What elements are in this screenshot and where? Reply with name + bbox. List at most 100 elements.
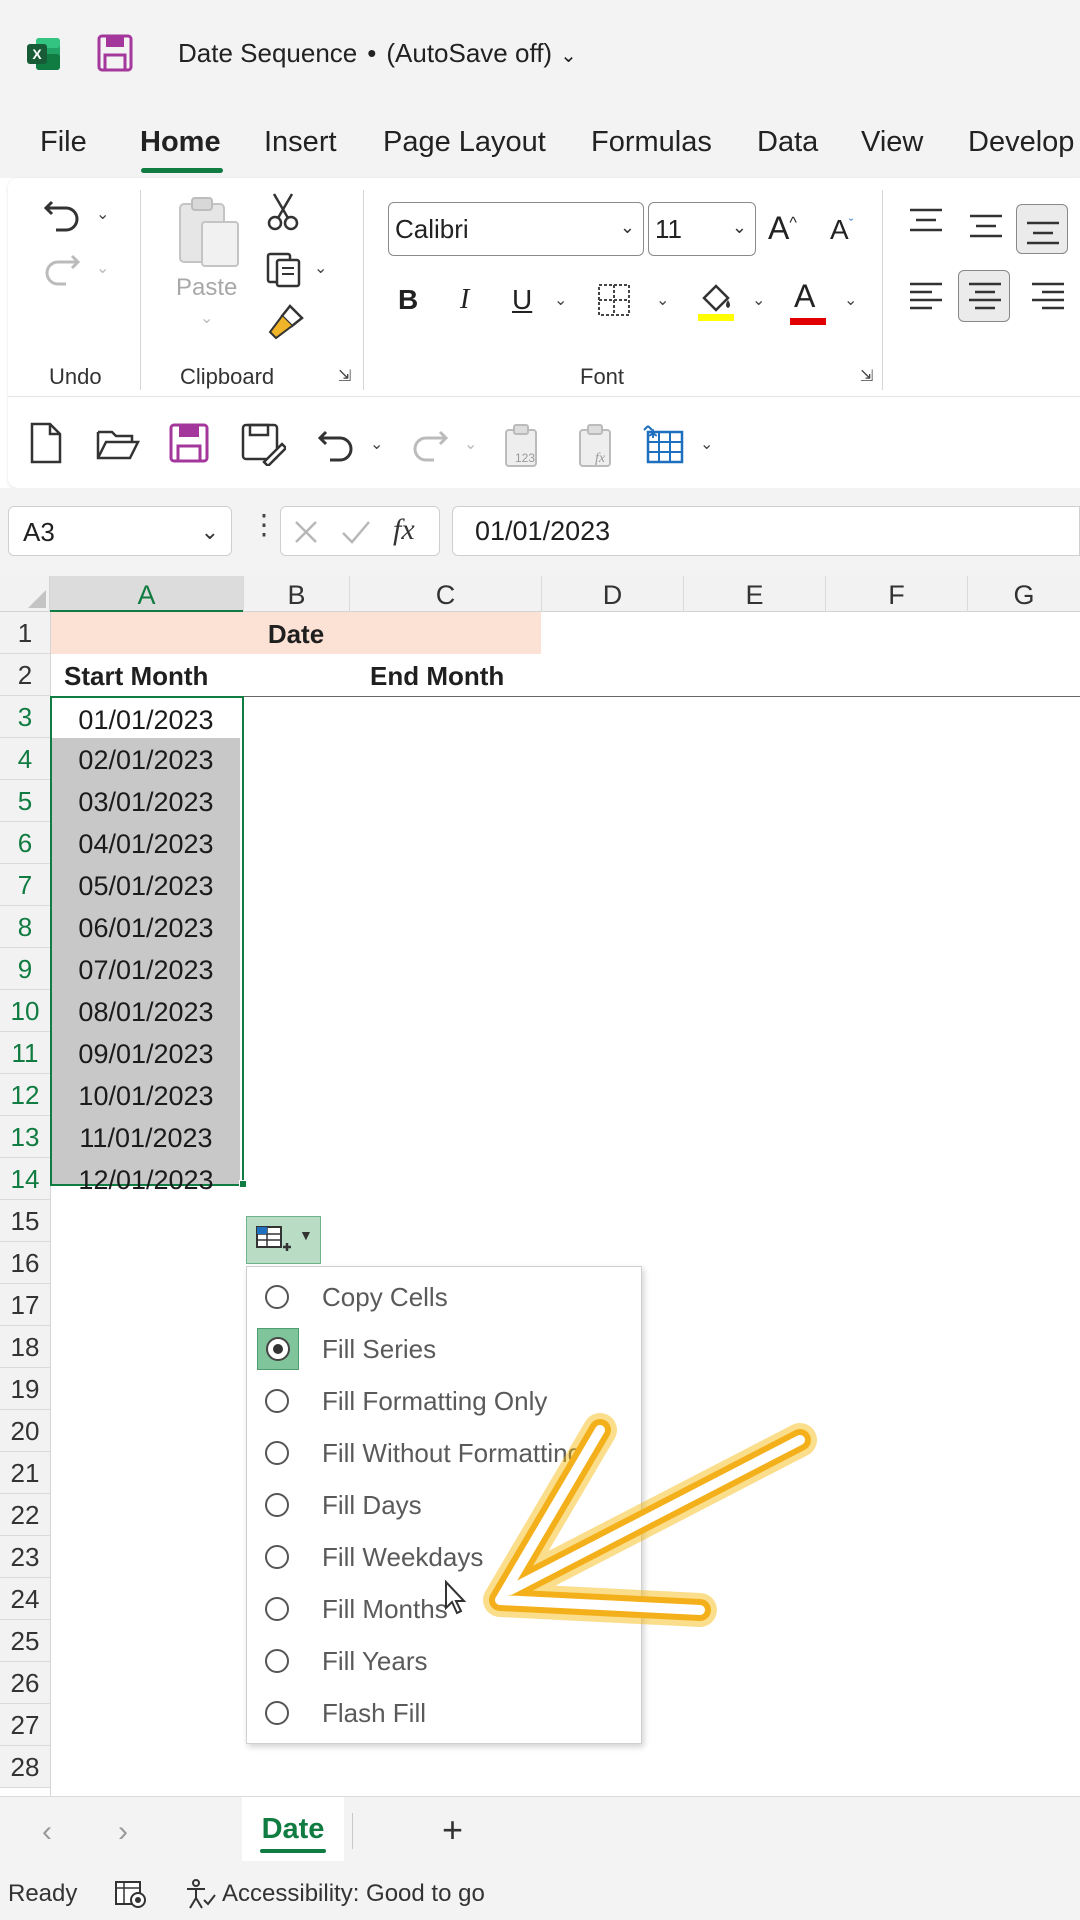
clipboard-dialog-launcher-icon[interactable]: ⇲ xyxy=(338,366,358,386)
undo-icon[interactable] xyxy=(316,424,356,462)
cut-icon[interactable] xyxy=(266,192,300,232)
accessibility-status[interactable]: Accessibility: Good to go xyxy=(222,1880,485,1908)
row-header[interactable]: 26 xyxy=(0,1662,50,1704)
tab-developer[interactable]: Develop xyxy=(968,126,1074,159)
column-header-g[interactable]: G xyxy=(968,576,1080,612)
align-middle-icon[interactable] xyxy=(968,212,1004,242)
row-header[interactable]: 6 xyxy=(0,822,50,864)
row-header[interactable]: 14 xyxy=(0,1158,50,1200)
copy-dropdown-chevron-icon[interactable]: ⌄ xyxy=(314,258,327,278)
chevron-right-icon[interactable]: › xyxy=(118,1815,128,1849)
cell-a1-date-header[interactable]: Date xyxy=(51,612,541,654)
cancel-icon[interactable] xyxy=(293,519,319,545)
underline-dropdown-chevron-icon[interactable]: ⌄ xyxy=(554,290,567,310)
tab-data[interactable]: Data xyxy=(757,126,818,159)
undo-dropdown-chevron-icon[interactable]: ⌄ xyxy=(96,204,109,224)
tab-insert[interactable]: Insert xyxy=(264,126,337,159)
copy-icon[interactable] xyxy=(264,248,304,288)
align-bottom-button[interactable] xyxy=(1016,204,1068,254)
macro-record-icon[interactable] xyxy=(114,1880,148,1908)
row-header[interactable]: 18 xyxy=(0,1326,50,1368)
row-header[interactable]: 5 xyxy=(0,780,50,822)
cell-date[interactable]: 01/01/2023 xyxy=(52,698,240,740)
align-left-icon[interactable] xyxy=(908,280,944,314)
column-header-a[interactable]: A xyxy=(50,576,244,613)
row-header[interactable]: 2 xyxy=(0,654,50,696)
shrink-font-button[interactable]: Aˇ xyxy=(830,214,853,246)
cell-date[interactable]: 06/01/2023 xyxy=(52,906,240,948)
row-header[interactable]: 15 xyxy=(0,1200,50,1242)
row-header[interactable]: 19 xyxy=(0,1368,50,1410)
row-header[interactable]: 27 xyxy=(0,1704,50,1746)
qat-customize-chevron-icon[interactable]: ⌄ xyxy=(700,434,713,454)
font-dialog-launcher-icon[interactable]: ⇲ xyxy=(860,366,880,386)
row-header[interactable]: 21 xyxy=(0,1452,50,1494)
row-header[interactable]: 7 xyxy=(0,864,50,906)
borders-icon[interactable] xyxy=(596,282,632,318)
menu-item-fill-series[interactable]: Fill Series xyxy=(247,1323,641,1375)
tab-home[interactable]: Home xyxy=(140,126,221,159)
tab-file[interactable]: File xyxy=(40,126,87,159)
fill-color-dropdown-chevron-icon[interactable]: ⌄ xyxy=(752,290,765,310)
chevron-down-icon[interactable]: ⌄ xyxy=(560,43,577,68)
italic-button[interactable]: I xyxy=(460,284,469,316)
cell-date[interactable]: 05/01/2023 xyxy=(52,864,240,906)
more-options-icon[interactable]: ⋮ xyxy=(250,508,278,541)
row-header[interactable]: 11 xyxy=(0,1032,50,1074)
align-right-icon[interactable] xyxy=(1030,280,1066,314)
undo-dropdown-chevron-icon[interactable]: ⌄ xyxy=(370,434,383,454)
row-header[interactable]: 9 xyxy=(0,948,50,990)
enter-check-icon[interactable] xyxy=(341,519,371,545)
excel-app-icon[interactable]: X xyxy=(26,36,62,72)
menu-item-fill-years[interactable]: Fill Years xyxy=(247,1635,641,1687)
sheet-tab-date[interactable]: Date xyxy=(242,1797,344,1861)
row-header[interactable]: 12 xyxy=(0,1074,50,1116)
cell-date[interactable]: 09/01/2023 xyxy=(52,1032,240,1074)
format-painter-icon[interactable] xyxy=(266,302,306,342)
cell-date[interactable]: 12/01/2023 xyxy=(52,1158,240,1200)
autofill-options-button[interactable]: ▼ xyxy=(246,1216,321,1264)
font-size-dropdown[interactable]: 11 ⌄ xyxy=(648,202,756,256)
fill-color-icon[interactable] xyxy=(696,278,736,322)
new-file-icon[interactable] xyxy=(28,422,64,464)
row-header[interactable]: 25 xyxy=(0,1620,50,1662)
row-header[interactable]: 16 xyxy=(0,1242,50,1284)
bold-button[interactable]: B xyxy=(398,284,418,316)
formula-input[interactable]: 01/01/2023 xyxy=(452,506,1080,556)
font-name-dropdown[interactable]: Calibri ⌄ xyxy=(388,202,644,256)
save-as-icon[interactable] xyxy=(240,422,286,466)
align-top-icon[interactable] xyxy=(908,206,944,236)
tab-view[interactable]: View xyxy=(861,126,923,159)
menu-item-flash-fill[interactable]: Flash Fill xyxy=(247,1687,641,1739)
document-title[interactable]: Date Sequence • (AutoSave off) ⌄ xyxy=(178,38,577,69)
open-folder-icon[interactable] xyxy=(96,426,140,462)
grow-font-button[interactable]: A^ xyxy=(768,210,797,247)
chevron-left-icon[interactable]: ‹ xyxy=(42,1815,52,1849)
freeze-panes-icon[interactable]: ✱ xyxy=(642,424,686,464)
borders-dropdown-chevron-icon[interactable]: ⌄ xyxy=(656,290,669,310)
column-header-f[interactable]: F xyxy=(826,576,968,612)
cell-c2-end-month[interactable]: End Month xyxy=(370,654,504,696)
insert-function-icon[interactable]: fx xyxy=(393,513,415,547)
cell-date[interactable]: 04/01/2023 xyxy=(52,822,240,864)
tab-formulas[interactable]: Formulas xyxy=(591,126,712,159)
add-sheet-button[interactable]: + xyxy=(442,1809,463,1851)
align-center-button[interactable] xyxy=(958,270,1010,322)
fill-handle[interactable] xyxy=(239,1180,247,1188)
tab-page-layout[interactable]: Page Layout xyxy=(383,126,546,159)
row-header[interactable]: 10 xyxy=(0,990,50,1032)
cell-date[interactable]: 10/01/2023 xyxy=(52,1074,240,1116)
font-color-button[interactable]: A xyxy=(794,278,815,315)
select-all-corner[interactable] xyxy=(0,576,50,612)
underline-button[interactable]: U xyxy=(512,284,532,316)
save-icon[interactable] xyxy=(96,33,134,73)
row-header[interactable]: 1 xyxy=(0,612,50,654)
row-header[interactable]: 13 xyxy=(0,1116,50,1158)
cell-date[interactable]: 11/01/2023 xyxy=(52,1116,240,1158)
row-header[interactable]: 23 xyxy=(0,1536,50,1578)
cell-date[interactable]: 08/01/2023 xyxy=(52,990,240,1032)
accessibility-icon[interactable] xyxy=(184,1878,216,1910)
cell-date[interactable]: 02/01/2023 xyxy=(52,738,240,780)
column-header-e[interactable]: E xyxy=(684,576,826,612)
menu-item-copy-cells[interactable]: Copy Cells xyxy=(247,1271,641,1323)
